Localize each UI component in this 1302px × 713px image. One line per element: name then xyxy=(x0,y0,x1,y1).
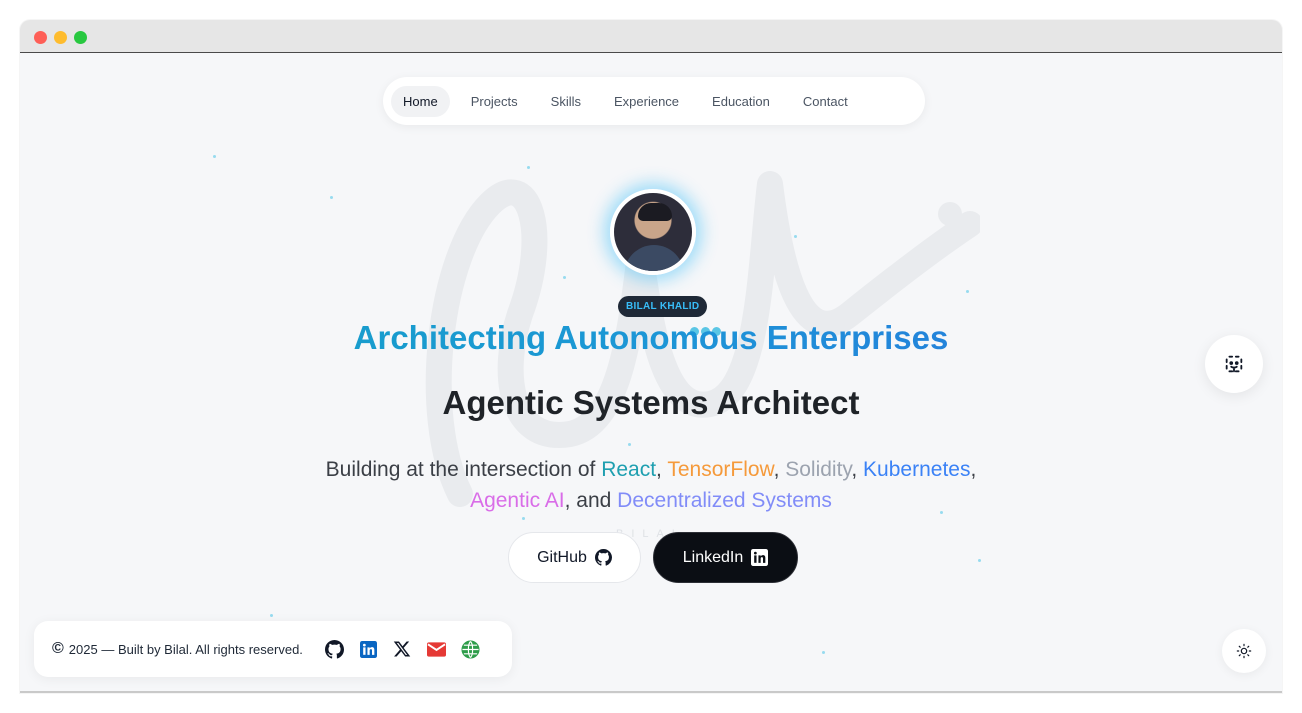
sparkle xyxy=(522,517,525,520)
github-button-label: GitHub xyxy=(537,548,587,566)
keyword-decentralized-systems: Decentralized Systems xyxy=(617,489,832,512)
footer-copyright: © 2025 — Built by Bilal. All rights rese… xyxy=(52,640,303,658)
copyright-icon: © xyxy=(52,640,64,657)
sparkle xyxy=(270,614,273,617)
separator: , and xyxy=(564,489,618,512)
ai-assistant-button[interactable] xyxy=(1205,335,1263,393)
github-link[interactable] xyxy=(324,639,344,659)
keyword-solidity: Solidity xyxy=(785,458,852,481)
chatbot-icon xyxy=(1225,355,1243,373)
social-links xyxy=(324,639,480,659)
x-icon xyxy=(394,641,411,657)
separator: , xyxy=(773,458,786,481)
sparkle xyxy=(563,276,566,279)
email-icon xyxy=(426,641,446,657)
nav-item-experience[interactable]: Experience xyxy=(602,86,691,117)
page-content: Home Projects Skills Experience Educatio… xyxy=(20,54,1282,693)
sparkle xyxy=(628,443,631,446)
linkedin-link[interactable] xyxy=(359,640,378,659)
browser-window: Home Projects Skills Experience Educatio… xyxy=(20,20,1282,693)
github-button[interactable]: GitHub xyxy=(508,532,641,583)
maximize-window-button[interactable] xyxy=(74,31,87,44)
keyword-agentic-ai: Agentic AI xyxy=(470,489,565,512)
hero-headline: Agentic Systems Architect xyxy=(442,384,860,421)
website-link[interactable] xyxy=(461,639,480,659)
linkedin-button-label: LinkedIn xyxy=(682,548,744,566)
faint-name-text: BILAL xyxy=(616,528,686,540)
separator: , xyxy=(851,458,864,481)
nav-item-home[interactable]: Home xyxy=(391,85,450,117)
keyword-kubernetes: Kubernetes xyxy=(863,458,971,481)
name-badge: BILAL KHALID xyxy=(618,296,708,317)
github-icon xyxy=(594,549,612,566)
profile-avatar-wrapper xyxy=(610,189,696,275)
keyword-tensorflow: TensorFlow xyxy=(667,458,774,481)
github-icon xyxy=(324,639,344,659)
x-link[interactable] xyxy=(393,640,412,659)
linkedin-icon xyxy=(751,549,769,566)
hero-description: Building at the intersection of React, T… xyxy=(20,454,1282,516)
separator: , xyxy=(656,458,668,481)
sparkle xyxy=(527,166,530,169)
sparkle xyxy=(213,155,216,158)
minimize-window-button[interactable] xyxy=(54,31,67,44)
sparkle xyxy=(978,559,981,562)
globe-icon xyxy=(461,639,480,659)
main-navigation: Home Projects Skills Experience Educatio… xyxy=(383,77,925,125)
linkedin-button[interactable]: LinkedIn xyxy=(653,532,798,583)
site-footer: © 2025 — Built by Bilal. All rights rese… xyxy=(34,621,512,677)
copyright-text: 2025 — Built by Bilal. All rights reserv… xyxy=(68,641,303,657)
nav-item-contact[interactable]: Contact xyxy=(791,86,860,117)
linkedin-icon xyxy=(359,640,377,658)
bottom-divider xyxy=(20,691,1282,693)
nav-item-education[interactable]: Education xyxy=(700,86,782,117)
theme-toggle-button[interactable] xyxy=(1222,629,1266,673)
nav-item-projects[interactable]: Projects xyxy=(459,86,530,117)
sparkle xyxy=(794,235,797,238)
hero-tagline: Architecting Autonomous Enterprises xyxy=(20,319,1282,357)
nav-item-skills[interactable]: Skills xyxy=(539,86,593,117)
avatar xyxy=(610,189,696,275)
separator: , xyxy=(970,458,977,481)
keyword-react: React xyxy=(601,458,657,481)
avatar-shirt xyxy=(624,245,684,271)
sun-icon xyxy=(1236,643,1252,659)
description-prefix: Building at the intersection of xyxy=(325,458,602,481)
window-titlebar xyxy=(20,20,1282,53)
email-link[interactable] xyxy=(426,640,446,659)
close-window-button[interactable] xyxy=(34,31,47,44)
sparkle xyxy=(330,196,333,199)
sparkle xyxy=(966,290,969,293)
sparkle xyxy=(822,651,825,654)
avatar-hair xyxy=(638,203,672,221)
